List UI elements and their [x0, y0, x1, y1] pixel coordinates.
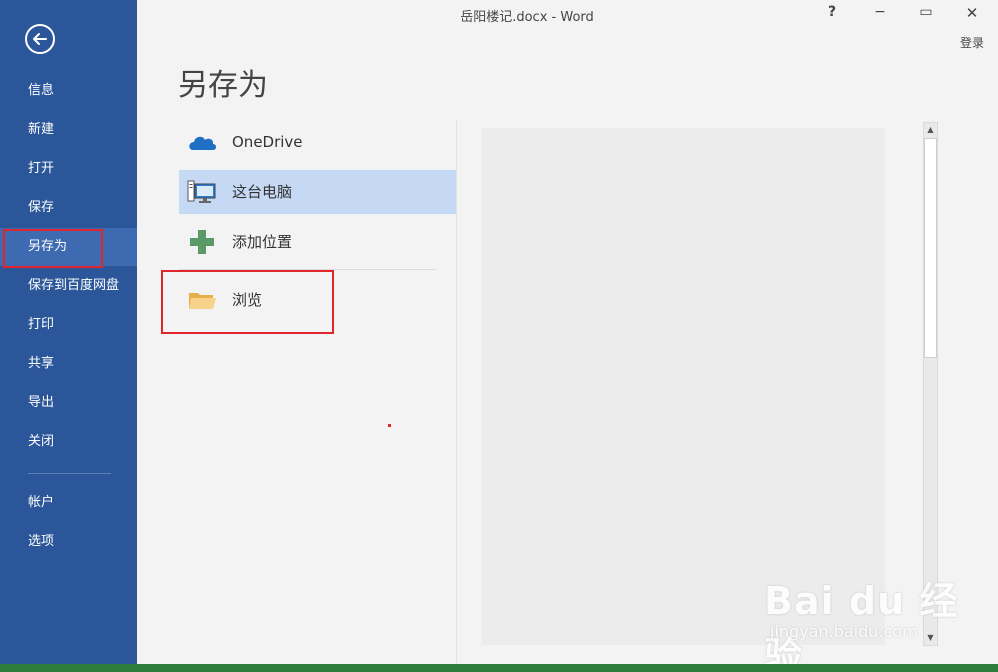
nav-item-new[interactable]: 新建	[0, 111, 137, 149]
plus-icon	[187, 228, 217, 256]
page-title: 另存为	[178, 68, 268, 103]
nav-item-export[interactable]: 导出	[0, 384, 137, 422]
baidu-jingyan-watermark: Bai du 经验 jingyan.baidu.com	[760, 570, 980, 672]
scroll-up-arrow-icon[interactable]: ▲	[924, 123, 937, 137]
close-button[interactable]: ✕	[960, 4, 984, 22]
place-add-location[interactable]: 添加位置	[179, 220, 456, 264]
nav-item-options[interactable]: 选项	[0, 523, 137, 561]
minimize-button[interactable]: −	[868, 4, 892, 20]
place-label: 添加位置	[232, 233, 293, 251]
nav-item-close[interactable]: 关闭	[0, 423, 137, 461]
nav-item-info[interactable]: 信息	[0, 72, 137, 110]
place-label: 这台电脑	[232, 183, 293, 201]
word-backstage-window: 信息 新建 打开 保存 另存为 保存到百度网盘 打印 共享 导出 关闭 帐户 选…	[0, 0, 998, 672]
desktop-edge	[0, 664, 998, 672]
annotation-dot	[388, 424, 391, 427]
highlight-box-browse	[161, 270, 334, 334]
back-arrow-icon	[33, 33, 47, 45]
highlight-box-save-as	[3, 229, 103, 268]
watermark-url: jingyan.baidu.com	[770, 622, 918, 641]
recent-folders-panel	[482, 128, 885, 645]
nav-item-save-to-baidu-netdisk[interactable]: 保存到百度网盘	[0, 267, 137, 305]
computer-icon	[187, 178, 217, 206]
nav-divider	[28, 473, 111, 474]
watermark-logo: Bai du 经验	[764, 579, 959, 672]
place-label: OneDrive	[232, 133, 303, 151]
nav-item-open[interactable]: 打开	[0, 150, 137, 188]
place-onedrive[interactable]: OneDrive	[179, 120, 456, 164]
login-link[interactable]: 登录	[960, 34, 984, 51]
back-button[interactable]	[25, 24, 55, 54]
nav-item-account[interactable]: 帐户	[0, 484, 137, 522]
maximize-button[interactable]: ▭	[914, 4, 938, 20]
nav-item-save[interactable]: 保存	[0, 189, 137, 227]
scroll-thumb[interactable]	[924, 138, 937, 358]
nav-item-share[interactable]: 共享	[0, 345, 137, 383]
panel-divider	[456, 120, 457, 672]
nav-item-print[interactable]: 打印	[0, 306, 137, 344]
help-button[interactable]: ?	[820, 4, 844, 20]
place-this-pc[interactable]: 这台电脑	[179, 170, 456, 214]
onedrive-cloud-icon	[187, 128, 217, 156]
backstage-nav: 信息 新建 打开 保存 另存为 保存到百度网盘 打印 共享 导出 关闭 帐户 选…	[0, 0, 137, 672]
vertical-scrollbar[interactable]: ▲ ▼	[923, 122, 938, 646]
window-title: 岳阳楼记.docx - Word	[460, 10, 594, 25]
